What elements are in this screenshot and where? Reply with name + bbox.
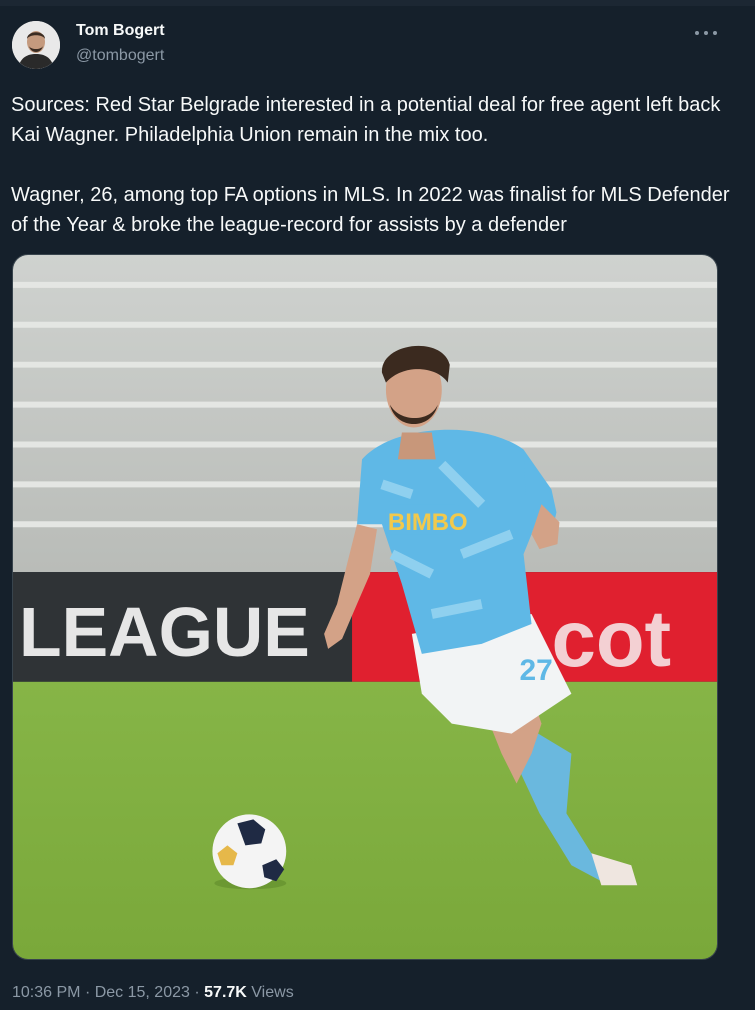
tweet-photo[interactable]: LEAGUE cot 27 BIMBO (12, 254, 718, 960)
tweet-text: Sources: Red Star Belgrade interested in… (11, 90, 731, 240)
dot (713, 31, 717, 35)
photo-soccer-player: LEAGUE cot 27 BIMBO (13, 255, 717, 959)
tweet-paragraph-2: Wagner, 26, among top FA options in MLS.… (11, 184, 730, 236)
tweet-date[interactable]: Dec 15, 2023 (95, 984, 190, 1001)
views-label: Views (251, 984, 294, 1001)
meta-separator: · (84, 984, 91, 1001)
meta-separator: · (194, 984, 200, 1001)
author-avatar[interactable] (12, 21, 60, 69)
dot (704, 31, 708, 35)
views-count: 57.7K (204, 984, 247, 1001)
shirt-sponsor: BIMBO (388, 509, 468, 536)
pitch (13, 681, 717, 959)
dot (695, 31, 699, 35)
board-text-right: cot (551, 594, 671, 683)
board-text-left: LEAGUE (19, 593, 310, 671)
author-handle[interactable]: @tombogert (76, 47, 164, 65)
tweet-meta: 10:36 PM · Dec 15, 2023 · 57.7K Views (12, 984, 294, 1002)
shorts-number: 27 (520, 654, 553, 687)
author-name[interactable]: Tom Bogert (76, 22, 165, 40)
avatar-image (12, 21, 60, 69)
top-strip (0, 0, 755, 6)
tweet-paragraph-1: Sources: Red Star Belgrade interested in… (11, 94, 721, 146)
more-options-icon[interactable] (695, 24, 717, 42)
tweet-time[interactable]: 10:36 PM (12, 984, 80, 1001)
